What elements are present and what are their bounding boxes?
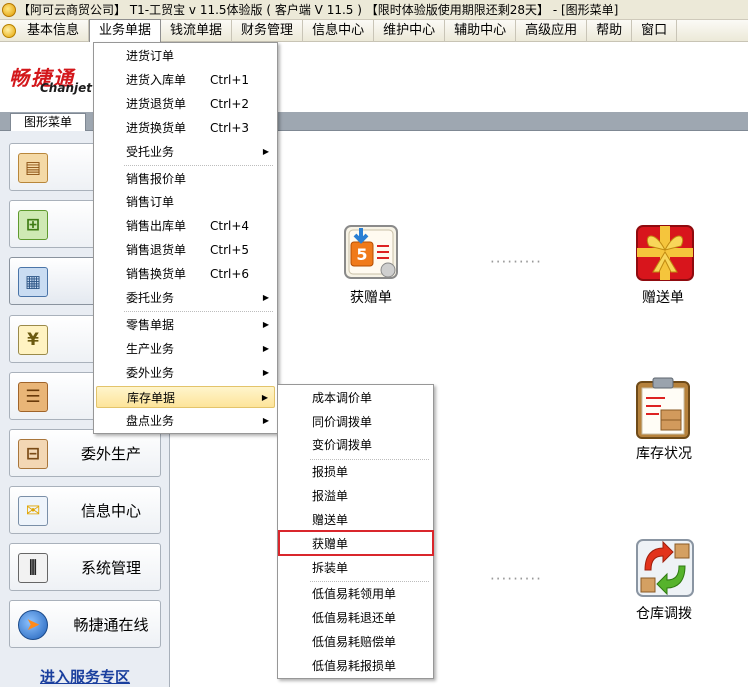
menu-business-docs[interactable]: 业务单据 bbox=[89, 19, 162, 42]
submenu-arrow-icon: ▶ bbox=[262, 344, 269, 353]
menu-separator bbox=[310, 459, 429, 460]
submenu-item-assembly[interactable]: 拆装单 bbox=[280, 557, 431, 579]
menu-item-entrusted-business[interactable]: 委托业务 ▶ bbox=[96, 287, 275, 309]
service-zone-link[interactable]: 进入服务专区 bbox=[40, 666, 130, 687]
system-menu-icon[interactable] bbox=[2, 23, 16, 38]
gift-out-label: 赠送单 bbox=[642, 290, 684, 306]
sidebar-item-label: 畅捷通在线 bbox=[73, 615, 149, 634]
sidebar-item-label: 系统管理 bbox=[80, 558, 141, 577]
menu-item-stocktake[interactable]: 盘点业务 ▶ bbox=[96, 410, 275, 432]
basket-icon: ▤ bbox=[18, 153, 48, 183]
submenu-item-consumable-issue[interactable]: 低值易耗领用单 bbox=[280, 583, 431, 605]
title-bar: 【阿可云商贸公司】 T1-工贸宝 v 11.5体验版 ( 客户端 V 11.5 … bbox=[0, 0, 748, 20]
menu-info-center[interactable]: 信息中心 bbox=[303, 19, 375, 42]
menu-item-purchase-exchange[interactable]: 进货换货单 Ctrl+3 bbox=[96, 117, 275, 139]
submenu-arrow-icon: ▶ bbox=[262, 147, 269, 156]
app-icon bbox=[2, 3, 16, 17]
sliders-icon: ⫼ bbox=[18, 553, 48, 583]
submenu-item-consumable-compensation[interactable]: 低值易耗赔偿单 bbox=[280, 631, 431, 653]
inbox-icon: ⊟ bbox=[18, 439, 48, 469]
submenu-item-price-change-transfer[interactable]: 变价调拨单 bbox=[280, 434, 431, 456]
mail-bulb-icon: ✉ bbox=[18, 496, 48, 526]
submenu-item-overflow-report[interactable]: 报溢单 bbox=[280, 485, 431, 507]
submenu-arrow-icon: ▶ bbox=[262, 320, 269, 329]
menu-separator bbox=[124, 311, 273, 312]
tab-graphic-menu[interactable]: 图形菜单 bbox=[10, 113, 86, 131]
sidebar-item-label: 委外生产 bbox=[80, 444, 141, 463]
flow-dots: ········· bbox=[490, 570, 542, 588]
menu-item-sales-exchange[interactable]: 销售换货单 Ctrl+6 bbox=[96, 263, 275, 285]
menu-auxiliary[interactable]: 辅助中心 bbox=[445, 19, 517, 42]
window-title: 【阿可云商贸公司】 T1-工贸宝 v 11.5体验版 ( 客户端 V 11.5 … bbox=[18, 3, 619, 17]
submenu-arrow-icon: ▶ bbox=[262, 368, 269, 377]
menu-item-purchase-order[interactable]: 进货订单 bbox=[96, 45, 275, 67]
menu-item-consigned-business[interactable]: 受托业务 ▶ bbox=[96, 141, 275, 163]
gift-box-icon[interactable] bbox=[633, 220, 697, 284]
annotation-highlight-box bbox=[278, 530, 434, 556]
svg-text:5: 5 bbox=[356, 245, 367, 264]
submenu-item-loss-report[interactable]: 报损单 bbox=[280, 461, 431, 483]
menu-finance[interactable]: 财务管理 bbox=[232, 19, 304, 42]
logo-subtitle: Chanjet bbox=[40, 81, 92, 95]
shopping-basket-icon: ⊞ bbox=[18, 210, 48, 240]
warehouse-transfer-label: 仓库调拨 bbox=[636, 606, 692, 622]
menu-item-outsourcing-business[interactable]: 委外业务 ▶ bbox=[96, 362, 275, 384]
menu-window[interactable]: 窗口 bbox=[632, 19, 678, 42]
menu-separator bbox=[310, 581, 429, 582]
transfer-icon[interactable] bbox=[633, 536, 697, 600]
menu-item-production-business[interactable]: 生产业务 ▶ bbox=[96, 338, 275, 360]
sidebar-item-label: 信息中心 bbox=[80, 501, 141, 520]
clipboard-icon[interactable] bbox=[631, 376, 695, 440]
stock-status-label: 库存状况 bbox=[636, 446, 692, 462]
submenu-item-gift-out[interactable]: 赠送单 bbox=[280, 509, 431, 531]
menu-bar: 基本信息 业务单据 钱流单据 财务管理 信息中心 维护中心 辅助中心 高级应用 … bbox=[0, 19, 748, 42]
menu-item-sales-outbound[interactable]: 销售出库单 Ctrl+4 bbox=[96, 215, 275, 237]
money-icon: ¥ bbox=[18, 325, 48, 355]
submenu-arrow-icon: ▶ bbox=[262, 416, 269, 425]
sidebar-item-online[interactable]: ➤ 畅捷通在线 bbox=[9, 600, 161, 648]
submenu-item-same-price-transfer[interactable]: 同价调拨单 bbox=[280, 411, 431, 433]
menu-maintenance[interactable]: 维护中心 bbox=[374, 19, 446, 42]
menu-item-sales-order[interactable]: 销售订单 bbox=[96, 191, 275, 213]
menu-advanced[interactable]: 高级应用 bbox=[516, 19, 588, 42]
cabinet-icon: ☰ bbox=[18, 382, 48, 412]
warehouse-icon: ▦ bbox=[18, 267, 48, 297]
menu-item-purchase-return[interactable]: 进货退货单 Ctrl+2 bbox=[96, 93, 275, 115]
sidebar-item-info-center[interactable]: ✉ 信息中心 bbox=[9, 486, 161, 534]
submenu-arrow-icon: ▶ bbox=[262, 293, 269, 302]
submenu-item-consumable-loss[interactable]: 低值易耗报损单 bbox=[280, 655, 431, 677]
menu-item-sales-return[interactable]: 销售退货单 Ctrl+5 bbox=[96, 239, 275, 261]
flow-dots: ········· bbox=[490, 253, 542, 271]
menu-help[interactable]: 帮助 bbox=[587, 19, 633, 42]
menu-item-inventory-docs[interactable]: 库存单据 ▶ bbox=[96, 386, 275, 408]
receive-gift-icon[interactable]: 5 bbox=[339, 220, 403, 284]
receive-gift-label: 获赠单 bbox=[350, 290, 392, 306]
sidebar-item-system[interactable]: ⫼ 系统管理 bbox=[9, 543, 161, 591]
menu-separator bbox=[124, 165, 273, 166]
globe-icon: ➤ bbox=[18, 610, 48, 640]
menu-basic-info[interactable]: 基本信息 bbox=[18, 19, 90, 42]
menu-item-retail-docs[interactable]: 零售单据 ▶ bbox=[96, 314, 275, 336]
menu-item-sales-quote[interactable]: 销售报价单 bbox=[96, 168, 275, 190]
business-docs-dropdown: 进货订单 进货入库单 Ctrl+1 进货退货单 Ctrl+2 进货换货单 Ctrl+3… bbox=[93, 42, 278, 434]
menu-cashflow-docs[interactable]: 钱流单据 bbox=[161, 19, 233, 42]
submenu-item-consumable-return[interactable]: 低值易耗退还单 bbox=[280, 607, 431, 629]
menu-item-purchase-receipt[interactable]: 进货入库单 Ctrl+1 bbox=[96, 69, 275, 91]
submenu-item-cost-adjust[interactable]: 成本调价单 bbox=[280, 387, 431, 409]
sidebar-item-outsourcing[interactable]: ⊟ 委外生产 bbox=[9, 429, 161, 477]
submenu-arrow-icon: ▶ bbox=[261, 393, 268, 402]
